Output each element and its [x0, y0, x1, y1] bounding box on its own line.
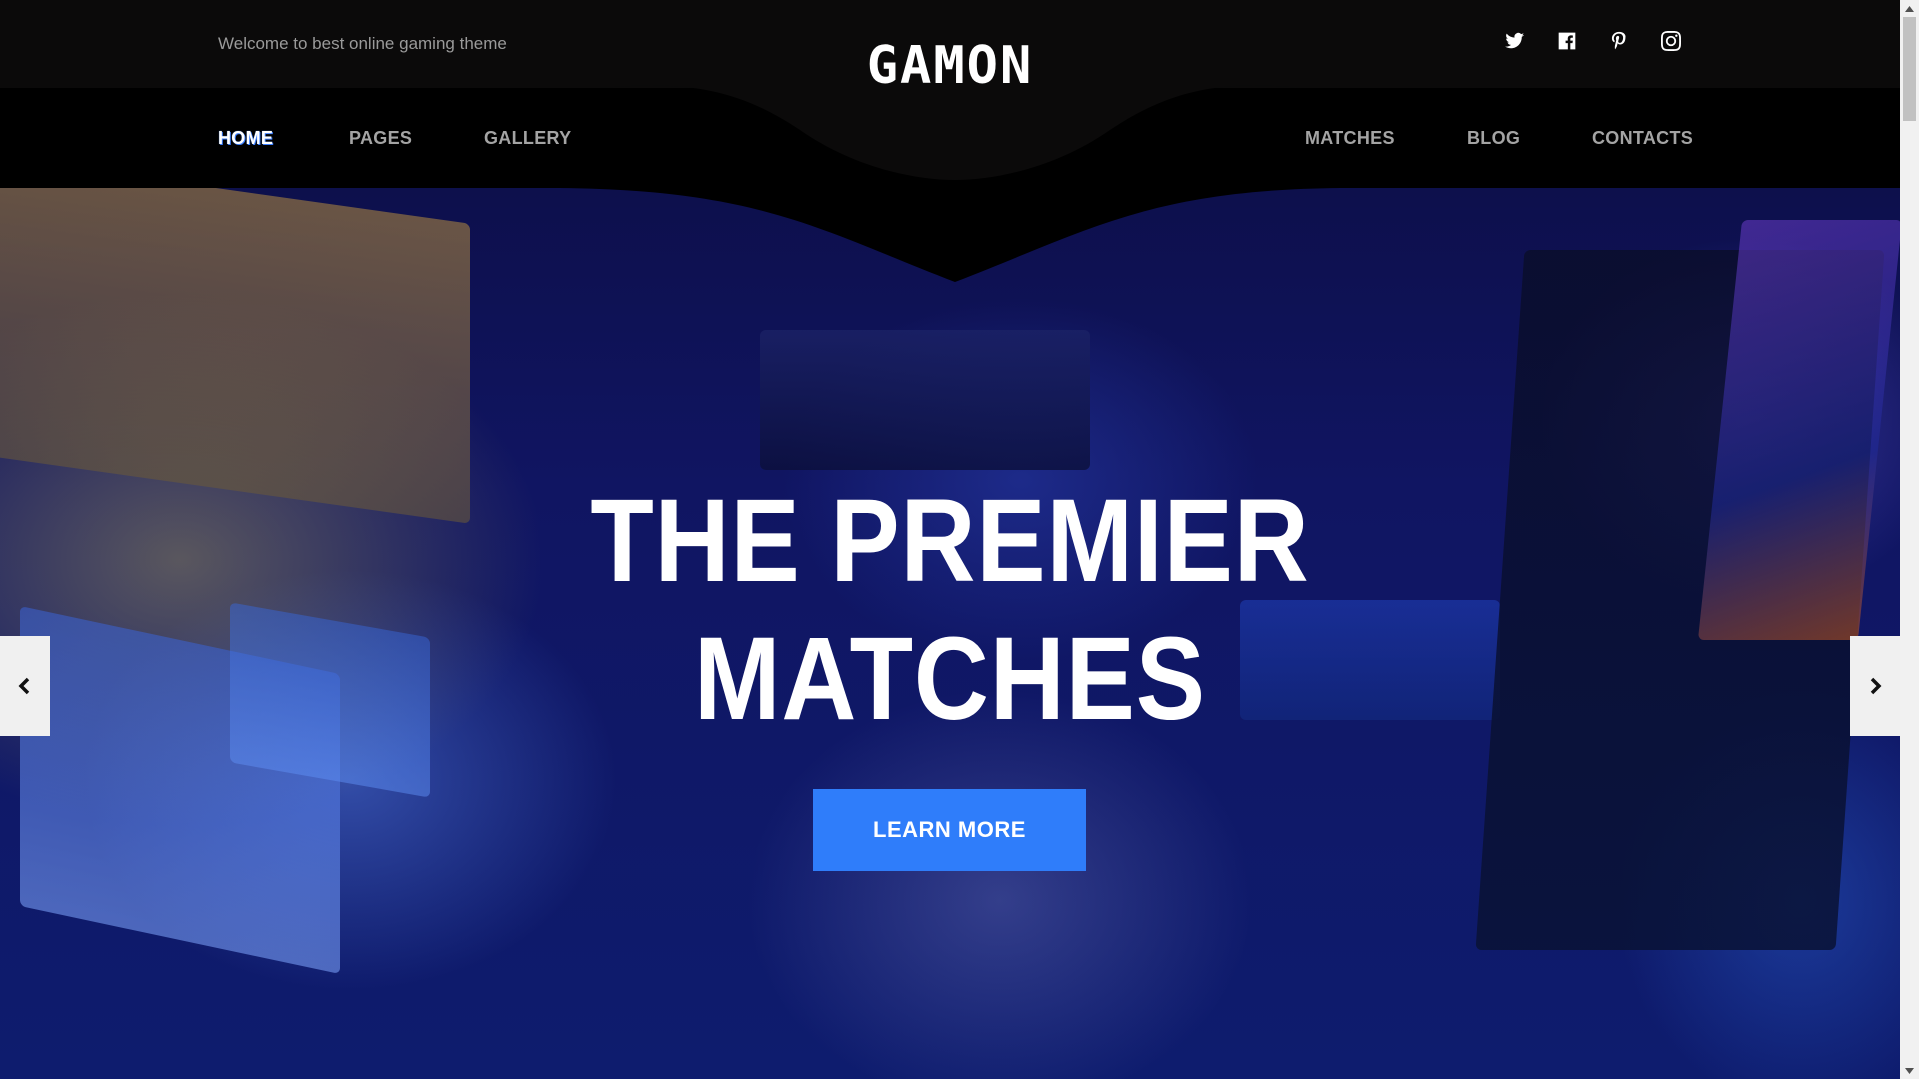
- pinterest-icon[interactable]: [1608, 30, 1630, 52]
- arcade-cabinet-image: [760, 330, 1090, 470]
- arcade-cabinet-marquee-image: [0, 156, 470, 524]
- learn-more-button[interactable]: LEARN MORE: [813, 789, 1086, 871]
- instagram-icon[interactable]: [1660, 30, 1682, 52]
- chevron-right-icon: [1870, 677, 1882, 695]
- hero-title: THE PREMIER MATCHES: [510, 472, 1390, 748]
- scroll-down-arrow-icon[interactable]: [1900, 1062, 1919, 1079]
- nav-item-pages[interactable]: PAGES: [349, 128, 412, 149]
- slider-prev-button[interactable]: [0, 636, 50, 736]
- logo-wordmark: GAMON: [866, 36, 1034, 96]
- hero-title-line-2: MATCHES: [694, 613, 1206, 745]
- social-links: [1504, 30, 1682, 52]
- header-tagline: Welcome to best online gaming theme: [218, 34, 507, 53]
- page-scrollbar[interactable]: [1900, 0, 1919, 1079]
- twitter-icon[interactable]: [1504, 30, 1526, 52]
- slider-next-button[interactable]: [1850, 636, 1900, 736]
- nav-item-matches[interactable]: MATCHES: [1305, 128, 1395, 149]
- main-navigation: HOME PAGES GALLERY MATCHES BLOG CONTACTS: [0, 88, 1900, 188]
- nav-item-contacts[interactable]: CONTACTS: [1592, 128, 1693, 149]
- page-viewport: Welcome to best online gaming theme HOME…: [0, 0, 1900, 1079]
- scrollbar-thumb[interactable]: [1903, 17, 1916, 121]
- nav-item-blog[interactable]: BLOG: [1467, 128, 1520, 149]
- hero-title-line-1: THE PREMIER: [590, 475, 1310, 607]
- nav-item-gallery[interactable]: GALLERY: [484, 128, 571, 149]
- facebook-icon[interactable]: [1556, 30, 1578, 52]
- nav-item-home[interactable]: HOME: [218, 128, 273, 149]
- site-logo[interactable]: GAMON: [845, 36, 1055, 96]
- chevron-left-icon: [18, 677, 30, 695]
- scroll-up-arrow-icon[interactable]: [1900, 0, 1919, 17]
